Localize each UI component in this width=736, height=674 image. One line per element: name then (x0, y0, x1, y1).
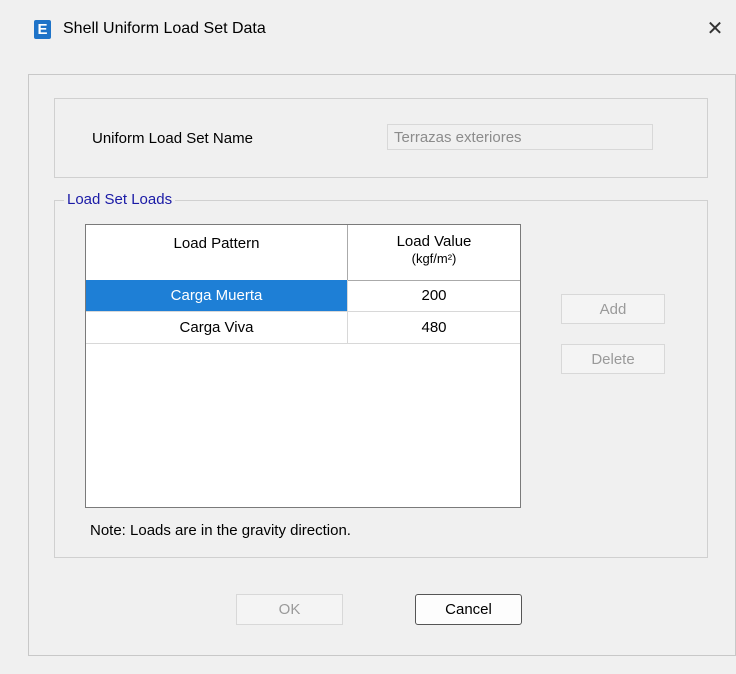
delete-button[interactable]: Delete (561, 344, 665, 374)
load-set-name-field[interactable] (387, 124, 653, 150)
column-header-load-value-unit: (kgf/m²) (411, 251, 457, 266)
dialog-window: E Shell Uniform Load Set Data ✕ Uniform … (0, 0, 736, 674)
load-pattern-cell[interactable]: Carga Viva (86, 312, 348, 343)
load-pattern-cell[interactable]: Carga Muerta (86, 280, 348, 311)
dialog-title: Shell Uniform Load Set Data (63, 20, 266, 37)
grid-header: Load Pattern Load Value (kgf/m²) (86, 225, 520, 281)
table-row[interactable]: Carga Viva 480 (86, 312, 520, 344)
title-bar[interactable]: E Shell Uniform Load Set Data ✕ (0, 0, 736, 58)
etabs-app-icon: E (34, 20, 51, 39)
load-set-loads-group-title: Load Set Loads (64, 191, 176, 208)
column-header-load-value-label: Load Value (396, 233, 472, 250)
load-set-grid[interactable]: Load Pattern Load Value (kgf/m²) Carga M… (85, 224, 521, 508)
load-value-cell[interactable]: 200 (348, 280, 520, 311)
gravity-note: Note: Loads are in the gravity direction… (90, 522, 351, 539)
add-button[interactable]: Add (561, 294, 665, 324)
table-row[interactable]: Carga Muerta 200 (86, 280, 520, 312)
load-value-cell[interactable]: 480 (348, 312, 520, 343)
cancel-button[interactable]: Cancel (415, 594, 522, 625)
column-header-load-pattern[interactable]: Load Pattern (86, 225, 348, 280)
close-icon[interactable]: ✕ (700, 14, 730, 44)
ok-button[interactable]: OK (236, 594, 343, 625)
load-set-name-label: Uniform Load Set Name (92, 130, 253, 147)
column-header-load-value[interactable]: Load Value (kgf/m²) (348, 225, 520, 280)
